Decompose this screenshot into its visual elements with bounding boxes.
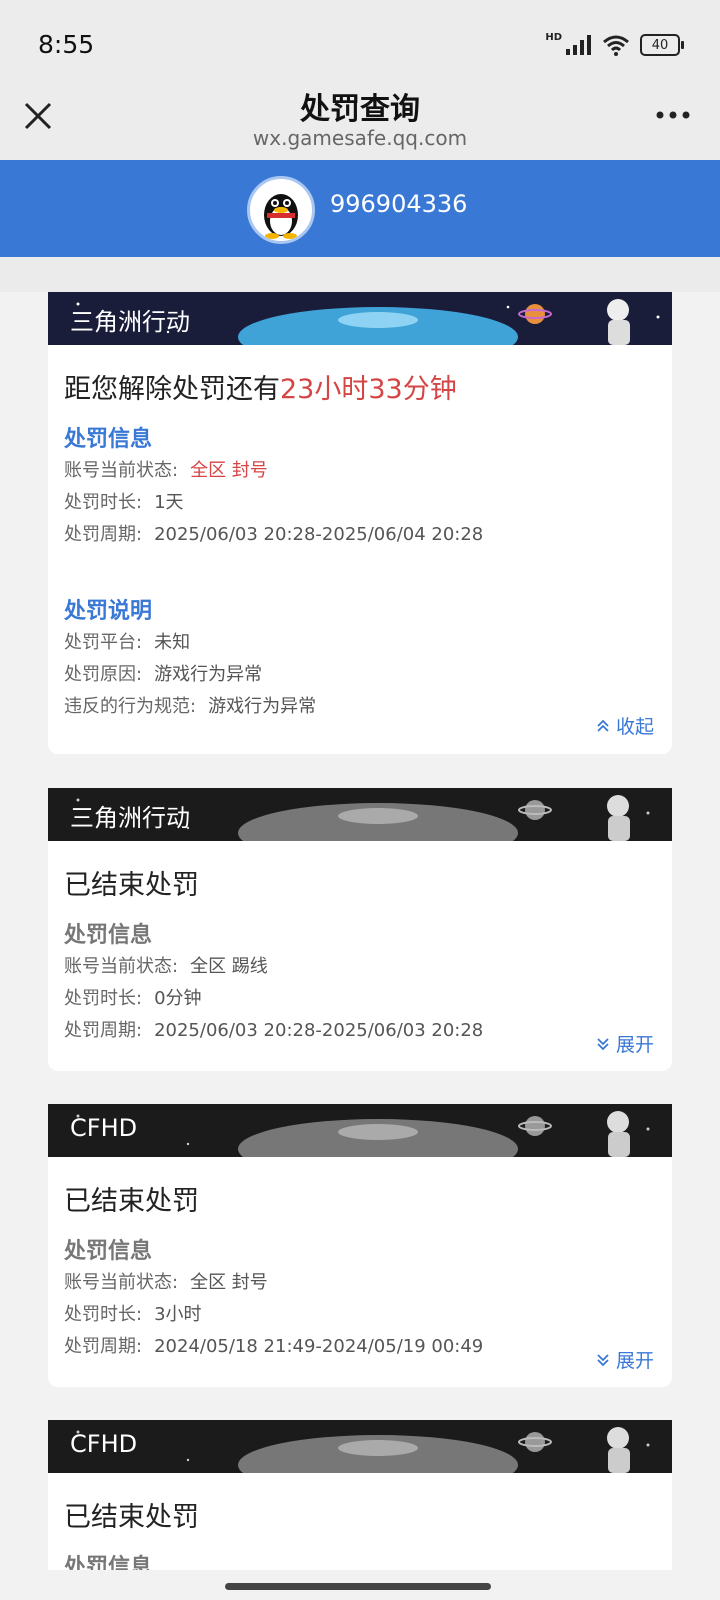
collapse-label: 收起: [615, 716, 654, 738]
remaining-time: 距您解除处罚还有23小时33分钟: [64, 367, 656, 407]
page-url: wx.gamesafe.qq.com: [252, 126, 468, 150]
signal-icon: [566, 35, 591, 55]
row-label: 账号当前状态:: [64, 460, 179, 481]
info-row: 处罚时长: 3小时: [64, 1299, 656, 1331]
status-time: 8:55: [38, 30, 95, 59]
row-label: 处罚时长:: [64, 1304, 143, 1325]
headline-highlight: 23小时33分钟: [280, 374, 457, 405]
expand-label: 展开: [615, 1034, 654, 1056]
chevron-up-icon: [597, 719, 609, 732]
row-value: 2025/06/03 20:28-2025/06/04 20:28: [154, 524, 484, 545]
row-label: 处罚时长:: [64, 492, 143, 513]
more-icon[interactable]: [656, 110, 690, 120]
game-banner: 三角洲行动: [48, 292, 672, 345]
info-row: 处罚时长: 1天: [64, 487, 656, 519]
info-row: 处罚周期: 2025/06/03 20:28-2025/06/03 20:28: [64, 1015, 656, 1047]
penalty-card-ended: CFHD 已结束处罚 处罚信息 账号当前状态: 全区 封号 处罚时长: 3小时 处罚…: [48, 1104, 672, 1387]
chevron-down-icon: [597, 1037, 609, 1050]
divider-gap: [0, 257, 720, 292]
battery-icon: 40: [640, 34, 684, 56]
status-bar: 8:55 HD 40: [0, 0, 720, 80]
row-value: 3小时: [154, 1304, 202, 1325]
nav-bar: 处罚查询 wx.gamesafe.qq.com: [0, 80, 720, 160]
penalty-status: 已结束处罚: [64, 1186, 199, 1217]
game-banner: CFHD: [48, 1104, 672, 1157]
row-value: 1天: [154, 492, 184, 513]
home-indicator[interactable]: [225, 1583, 491, 1590]
game-name: CFHD: [70, 1114, 138, 1142]
row-label: 处罚时长:: [64, 988, 143, 1009]
row-value: 0分钟: [154, 988, 202, 1009]
row-value: 2025/06/03 20:28-2025/06/03 20:28: [154, 1020, 484, 1041]
row-value: 全区 封号: [190, 460, 268, 481]
row-value: 2024/05/18 21:49-2024/05/19 00:49: [154, 1336, 484, 1357]
battery-level: 40: [651, 37, 669, 53]
headline-prefix: 距您解除处罚还有: [64, 374, 280, 405]
banner-art: [48, 1104, 672, 1157]
row-label: 处罚周期:: [64, 1020, 143, 1041]
section-title-info: 处罚信息: [64, 1239, 153, 1264]
expand-button[interactable]: 展开: [596, 1346, 654, 1373]
desc-row: 处罚原因: 游戏行为异常: [64, 659, 656, 691]
row-label: 违反的行为规范:: [64, 696, 197, 717]
row-value: 游戏行为异常: [208, 696, 317, 717]
info-row: 账号当前状态: 全区 封号: [64, 455, 656, 487]
info-row: 账号当前状态: 全区 封号: [64, 1267, 656, 1299]
user-id: 996904336: [330, 190, 468, 218]
game-banner: CFHD: [48, 1420, 672, 1473]
section-title-desc: 处罚说明: [64, 599, 153, 624]
user-bar: 996904336: [0, 160, 720, 257]
section-title-info: 处罚信息: [64, 923, 153, 948]
hd-badge: HD: [545, 31, 562, 43]
desc-row: 处罚平台: 未知: [64, 627, 656, 659]
status-icons: HD 40: [545, 30, 684, 60]
info-row: 账号当前状态: 全区 踢线: [64, 951, 656, 983]
row-value: 游戏行为异常: [154, 664, 263, 685]
row-label: 处罚周期:: [64, 524, 143, 545]
info-row: 处罚周期: 2025/06/03 20:28-2025/06/04 20:28: [64, 519, 656, 551]
row-label: 处罚周期:: [64, 1336, 143, 1357]
row-value: 全区 踢线: [190, 956, 268, 977]
game-name: 三角洲行动: [70, 308, 190, 336]
row-label: 处罚平台:: [64, 632, 143, 653]
game-name: 三角洲行动: [70, 804, 190, 832]
row-value: 未知: [154, 632, 191, 653]
penalty-status: 已结束处罚: [64, 870, 199, 901]
penalty-status: 已结束处罚: [64, 1502, 199, 1533]
game-name: CFHD: [70, 1430, 138, 1458]
row-value: 全区 封号: [190, 1272, 268, 1293]
chevron-down-icon: [597, 1353, 609, 1366]
penguin-icon: [264, 194, 298, 239]
row-label: 账号当前状态:: [64, 1272, 179, 1293]
section-title-info: 处罚信息: [64, 427, 153, 452]
row-label: 处罚原因:: [64, 664, 143, 685]
game-banner: 三角洲行动: [48, 788, 672, 841]
desc-row: 违反的行为规范: 游戏行为异常: [64, 691, 656, 723]
penalty-card-ended: 三角洲行动 已结束处罚 处罚信息 账号当前状态: 全区 踢线 处罚时长: 0分钟 处…: [48, 788, 672, 1071]
row-label: 账号当前状态:: [64, 956, 179, 977]
collapse-button[interactable]: 收起: [596, 712, 654, 739]
expand-button[interactable]: 展开: [596, 1030, 654, 1057]
page-title: 处罚查询: [300, 92, 420, 127]
avatar: [247, 176, 315, 244]
wifi-icon: [603, 35, 629, 56]
expand-label: 展开: [615, 1350, 654, 1372]
banner-art: [48, 1420, 672, 1473]
info-row: 处罚周期: 2024/05/18 21:49-2024/05/19 00:49: [64, 1331, 656, 1363]
info-row: 处罚时长: 0分钟: [64, 983, 656, 1015]
penalty-card-active: 三角洲行动 距您解除处罚还有23小时33分钟 处罚信息 账号当前状态: 全区 封号…: [48, 292, 672, 754]
